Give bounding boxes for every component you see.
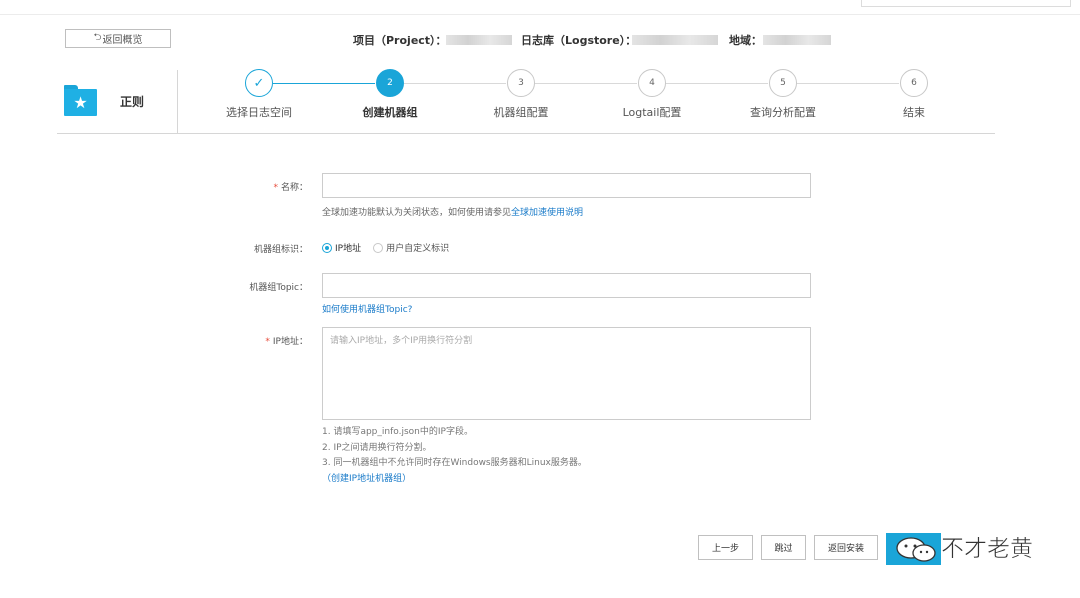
radio-option-custom-id[interactable]: 用户自定义标识 [373, 241, 449, 254]
step-connector [666, 83, 768, 84]
step-connector [404, 83, 506, 84]
step-3-indicator: 3 [507, 69, 535, 97]
back-to-overview-button[interactable]: ⮌ 返回概览 [65, 29, 171, 48]
return-icon: ⮌ [93, 32, 102, 43]
step-3-label: 机器组配置 [493, 106, 549, 119]
skip-button[interactable]: 跳过 [761, 535, 806, 560]
step-2-indicator: 2 [376, 69, 404, 97]
card-divider [177, 70, 178, 133]
ip-note-item: 1. 请填写app_info.json中的IP字段。 [322, 427, 473, 437]
steps-bottom-divider [57, 133, 995, 134]
project-label: 项目（Project）： [353, 34, 447, 47]
identifier-radio-group: IP地址 用户自定义标识 [322, 241, 461, 254]
topic-input[interactable] [322, 273, 811, 298]
step-1-label: 选择日志空间 [226, 106, 292, 119]
region-label: 地域： [729, 34, 762, 47]
step-connector [797, 83, 899, 84]
radio-checked-icon[interactable] [322, 242, 332, 253]
topic-help-link[interactable]: 如何使用机器组Topic? [322, 302, 412, 315]
logstore-label: 日志库（Logstore）： [521, 34, 637, 47]
name-hint: 全球加速功能默认为关闭状态，如何使用请参见全球加速使用说明 [322, 208, 584, 218]
watermark-text: 不才老黄 [941, 536, 1034, 563]
required-mark: * [265, 337, 270, 347]
name-field-label: * 名称： [273, 183, 308, 193]
region-value-redacted [763, 35, 831, 45]
step-2-label: 创建机器组 [362, 106, 418, 119]
back-to-install-button[interactable]: 返回安装 [814, 535, 878, 560]
top-search-box[interactable] [861, 0, 1071, 7]
step-6-label: 结束 [903, 106, 925, 119]
radio-option-ip[interactable]: IP地址 [322, 241, 361, 254]
name-input[interactable] [322, 173, 811, 198]
ip-note-item: 2. IP之间请用换行符分割。 [322, 442, 432, 453]
ip-textarea[interactable]: 请输入IP地址，多个IP用换行符分割 [322, 327, 811, 420]
ip-field-label: * IP地址： [265, 337, 308, 347]
step-4-indicator: 4 [638, 69, 666, 97]
radio-unchecked-icon[interactable] [373, 242, 384, 253]
global-acceleration-doc-link[interactable]: 全球加速使用说明 [511, 208, 583, 218]
step-6-indicator: 6 [900, 69, 928, 97]
logstore-value-redacted [632, 35, 718, 45]
ip-notes: 1. 请填写app_info.json中的IP字段。 2. IP之间请用换行符分… [322, 425, 587, 487]
config-type-card: ★ 正则 [57, 70, 177, 132]
wechat-icon [896, 537, 936, 562]
step-1-check-icon[interactable]: ✓ [245, 69, 273, 97]
wechat-watermark: 不才老黄 [886, 533, 1054, 565]
prev-step-button[interactable]: 上一步 [698, 535, 753, 560]
step-5-label: 查询分析配置 [750, 106, 816, 119]
top-divider [0, 14, 1080, 15]
identifier-field-label: 机器组标识： [253, 245, 308, 255]
back-to-overview-label: 返回概览 [102, 35, 143, 46]
folder-star-icon: ★ [64, 85, 97, 116]
config-type-title: 正则 [120, 95, 145, 109]
step-connector [535, 83, 637, 84]
step-5-indicator: 5 [769, 69, 797, 97]
step-4-label: Logtail配置 [622, 106, 682, 119]
project-value-redacted [446, 35, 512, 45]
topic-field-label: 机器组Topic： [249, 283, 308, 293]
required-mark: * [273, 183, 278, 193]
create-ip-machine-group-link[interactable]: （创建IP地址机器组） [322, 472, 587, 488]
ip-note-item: 3. 同一机器组中不允许同时存在Windows服务器和Linux服务器。 [322, 458, 587, 468]
step-connector [273, 83, 375, 84]
